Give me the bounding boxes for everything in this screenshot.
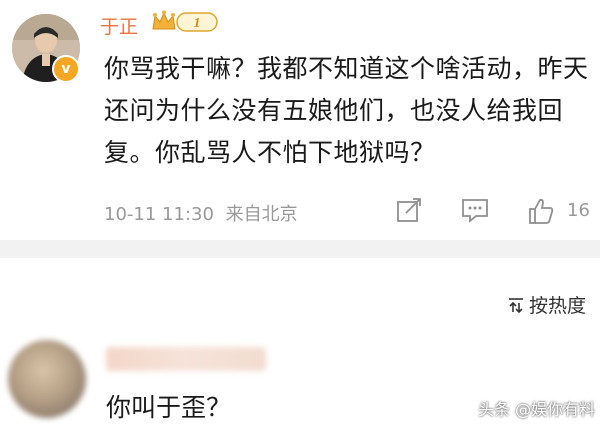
post-meta: 10-11 11:30 来自北京 — [104, 200, 298, 226]
like-icon[interactable] — [527, 197, 555, 225]
comment-icon[interactable] — [461, 197, 489, 223]
post-card: v 于正 1 你骂我干嘛？我都不知道这个啥活动，昨天还问为什么没有五娘他们，也没… — [0, 0, 600, 240]
comment-username-blurred[interactable] — [106, 347, 266, 371]
watermark: 头条 @娱你有料 — [478, 400, 596, 419]
section-divider — [0, 240, 600, 258]
repost-icon[interactable] — [396, 197, 422, 223]
like-count: 16 — [567, 200, 590, 221]
post-timestamp: 10-11 11:30 — [104, 204, 214, 225]
sort-label: 按热度 — [528, 295, 586, 317]
vip-level-text: 1 — [194, 16, 201, 31]
comment-avatar-blurred[interactable] — [8, 340, 86, 418]
comment-text: 你叫于歪？ — [106, 393, 232, 422]
username[interactable]: 于正 — [100, 12, 138, 39]
sort-icon — [508, 297, 523, 313]
vip-crown-badge-icon[interactable]: 1 — [150, 9, 220, 35]
post-source: 来自北京 — [225, 204, 298, 225]
verified-badge-icon: v — [52, 55, 80, 83]
sort-by-hot-button[interactable]: 按热度 — [507, 291, 586, 318]
post-body-text: 你骂我干嘛？我都不知道这个啥活动，昨天还问为什么没有五娘他们，也没人给我回复。你… — [104, 54, 589, 167]
